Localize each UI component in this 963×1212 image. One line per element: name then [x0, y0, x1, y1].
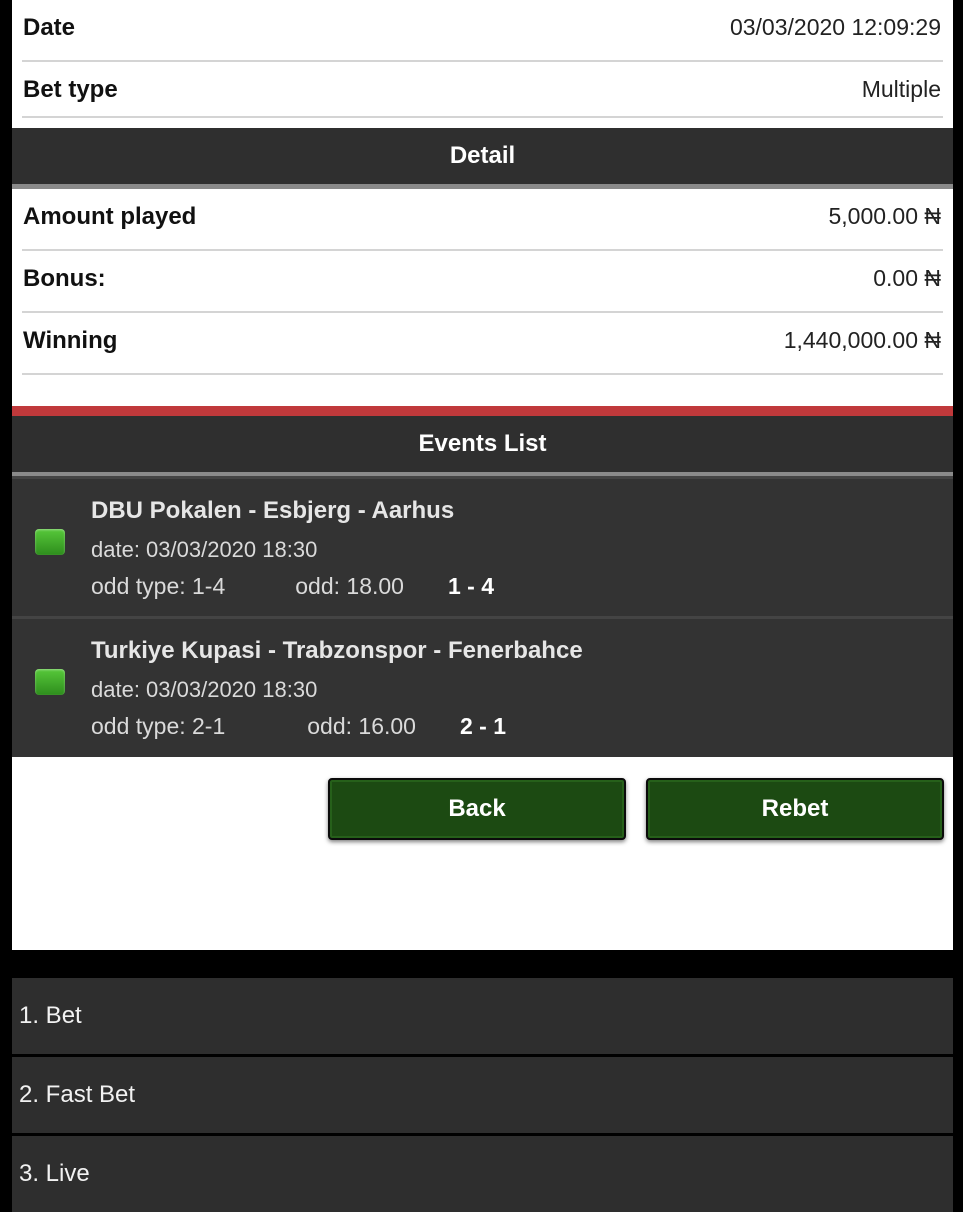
event-date: date: 03/03/2020 18:30 [91, 677, 318, 702]
winning-label: Winning [23, 327, 118, 354]
menu-item-fast-bet[interactable]: 2. Fast Bet [12, 1057, 953, 1133]
winning-value: 1,440,000.00 ₦ [783, 327, 941, 353]
status-led-icon [35, 529, 65, 555]
date-label: Date [23, 14, 76, 41]
detail-header: Detail [12, 128, 953, 189]
back-button[interactable]: Back [328, 778, 626, 840]
date-row: Date 03/03/2020 12:09:29 [12, 0, 953, 62]
accent-bar [12, 406, 953, 416]
divider [22, 373, 943, 375]
divider [22, 116, 943, 118]
event-title: DBU Pokalen - Esbjerg - Aarhus [91, 497, 455, 524]
event-score: 2 - 1 [459, 713, 507, 739]
bonus-value: 0.00 ₦ [873, 265, 941, 291]
amount-played-label: Amount played [23, 203, 197, 230]
odd-type: odd type: 2-1 [91, 713, 226, 739]
winning-row: Winning 1,440,000.00 ₦ [12, 313, 953, 375]
bonus-label: Bonus: [23, 265, 106, 292]
event-odds-line: odd type: 1-4 odd: 18.00 1 - 4 [91, 573, 494, 600]
amount-played-value: 5,000.00 ₦ [828, 203, 941, 229]
bonus-row: Bonus: 0.00 ₦ [12, 251, 953, 313]
event-title: Turkiye Kupasi - Trabzonspor - Fenerbahc… [91, 637, 583, 664]
odd-value: odd: 16.00 [307, 713, 416, 739]
events-list-header: Events List [12, 416, 953, 476]
menu-item-bet[interactable]: 1. Bet [12, 978, 953, 1054]
date-value: 03/03/2020 12:09:29 [729, 14, 941, 40]
odd-value: odd: 18.00 [295, 573, 404, 599]
menu-item-live[interactable]: 3. Live [12, 1136, 953, 1212]
event-odds-line: odd type: 2-1 odd: 16.00 2 - 1 [91, 713, 506, 740]
rebet-button[interactable]: Rebet [646, 778, 944, 840]
bet-detail-page: Date 03/03/2020 12:09:29 Bet type Multip… [12, 0, 953, 1212]
status-led-icon [35, 669, 65, 695]
event-score: 1 - 4 [447, 573, 495, 599]
event-item: Turkiye Kupasi - Trabzonspor - Fenerbahc… [12, 616, 953, 757]
event-item: DBU Pokalen - Esbjerg - Aarhus date: 03/… [12, 476, 953, 617]
amount-played-row: Amount played 5,000.00 ₦ [12, 189, 953, 251]
bet-type-value: Multiple [861, 76, 941, 102]
bet-detail-panel: Date 03/03/2020 12:09:29 Bet type Multip… [12, 0, 953, 950]
bet-type-row: Bet type Multiple [12, 62, 953, 118]
event-date: date: 03/03/2020 18:30 [91, 537, 318, 562]
bet-type-label: Bet type [23, 76, 118, 103]
odd-type: odd type: 1-4 [91, 573, 226, 599]
